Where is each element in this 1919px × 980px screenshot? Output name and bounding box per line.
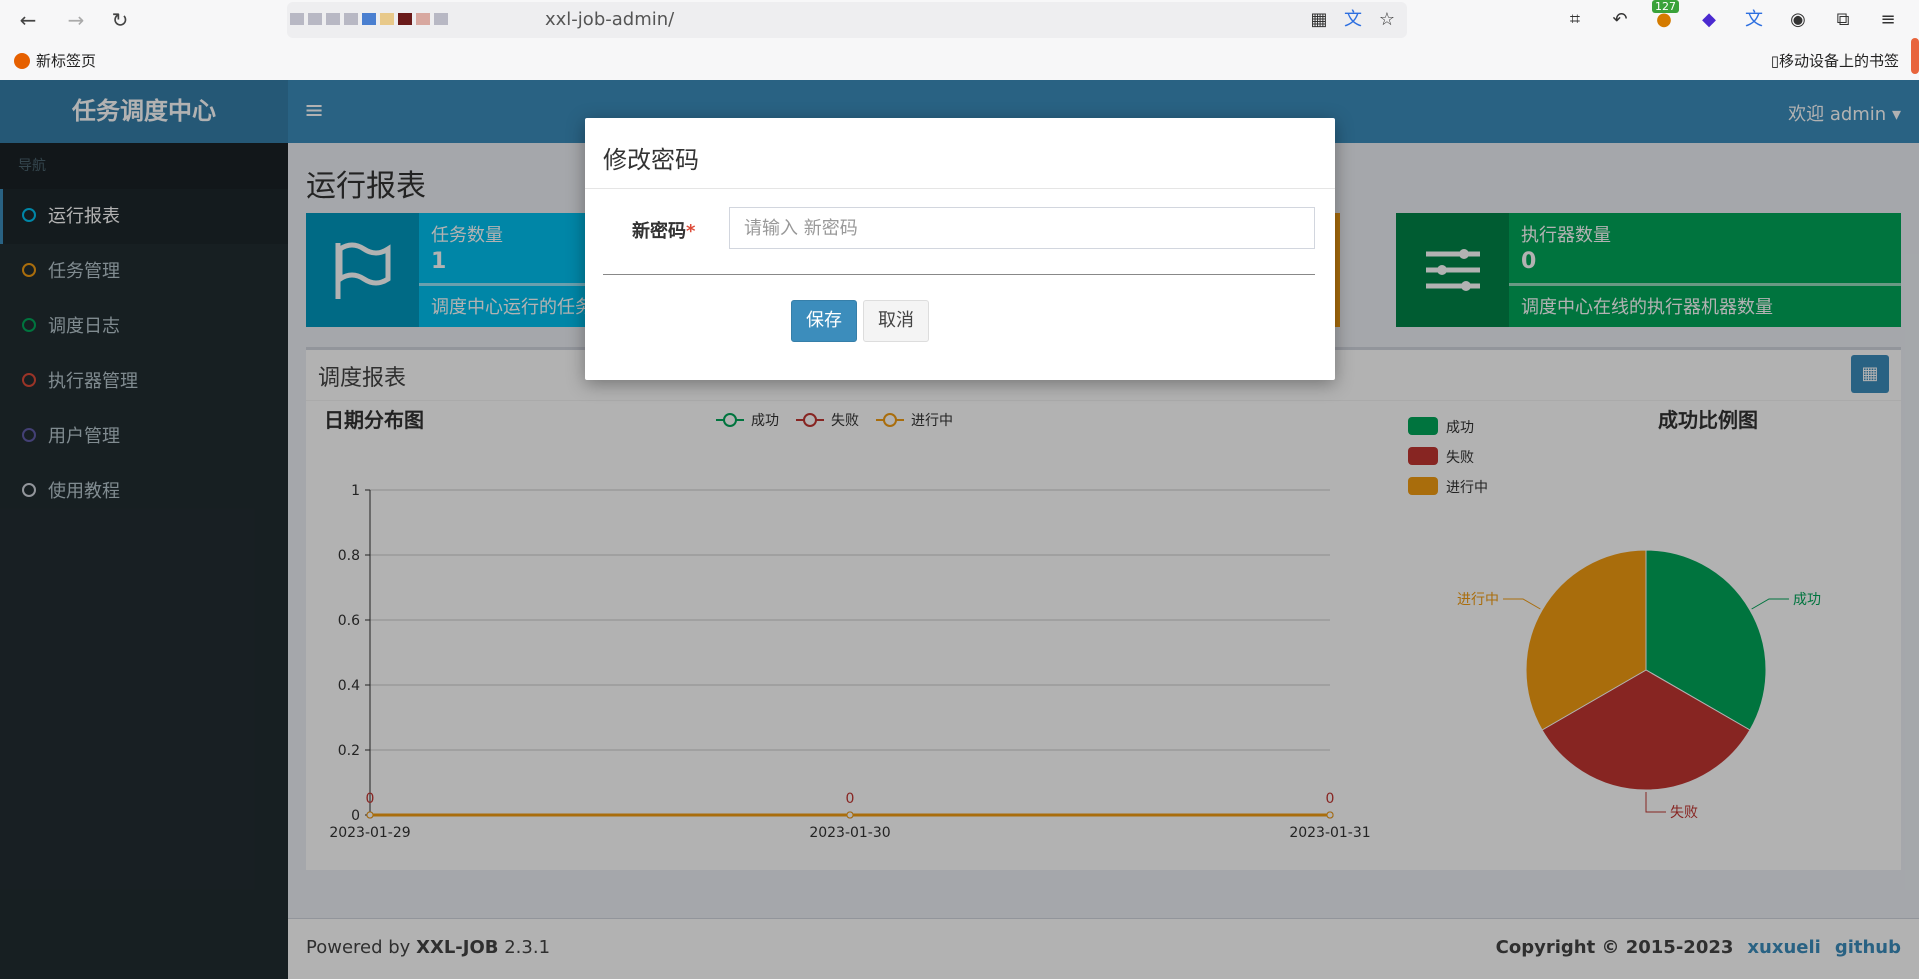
extensions-puzzle-icon[interactable]: ⧉ <box>1831 8 1855 32</box>
qr-code-icon[interactable]: ▦ <box>1308 9 1330 31</box>
save-button[interactable]: 保存 <box>791 300 857 342</box>
menu-icon[interactable]: ≡ <box>1876 8 1900 32</box>
bookmark-label: 新标签页 <box>36 52 97 70</box>
required-mark: * <box>686 221 696 242</box>
url-redacted <box>290 10 452 28</box>
cancel-button[interactable]: 取消 <box>863 300 929 342</box>
window-scrollbar[interactable] <box>1911 38 1919 74</box>
mobile-bookmarks-label: 移动设备上的书签 <box>1778 52 1899 70</box>
reload-icon[interactable]: ↻ <box>106 6 134 34</box>
firefox-icon <box>14 53 30 69</box>
form-divider <box>603 274 1315 275</box>
bookmark-star-icon[interactable]: ☆ <box>1376 9 1398 31</box>
change-password-modal: 修改密码 新密码* 保存 取消 <box>585 118 1335 380</box>
undo-icon[interactable]: ↶ <box>1608 8 1632 32</box>
extension-badge: 127 <box>1652 0 1679 13</box>
modal-title: 修改密码 <box>603 146 699 174</box>
translate-extension-icon[interactable]: 文 <box>1742 8 1766 32</box>
crop-icon[interactable]: ⌗ <box>1563 8 1587 32</box>
translate-icon[interactable]: 文 <box>1342 9 1364 31</box>
url-path[interactable]: xxl-job-admin/ <box>545 9 674 30</box>
diamond-extension-icon[interactable]: ◆ <box>1697 8 1721 32</box>
forward-icon[interactable]: → <box>62 6 90 34</box>
modal-header-divider <box>585 188 1335 189</box>
bookmark-new-tab[interactable]: 新标签页 <box>14 50 96 71</box>
new-password-label-text: 新密码 <box>632 221 686 242</box>
address-bar[interactable] <box>287 2 1407 38</box>
mobile-icon: ▯ <box>1770 52 1779 70</box>
mobile-bookmarks[interactable]: ▯移动设备上的书签 <box>1771 50 1899 71</box>
bookmarks-bar: 新标签页 ▯移动设备上的书签 <box>0 40 1919 81</box>
back-icon[interactable]: ← <box>14 6 42 34</box>
new-password-label: 新密码* <box>632 217 695 243</box>
panda-extension-icon[interactable]: ◉ <box>1786 8 1810 32</box>
browser-toolbar: ← → ↻ xxl-job-admin/ ▦ 文 ☆ ⌗ ↶ ● 127 ◆ 文… <box>0 0 1919 40</box>
new-password-input[interactable] <box>729 207 1315 249</box>
